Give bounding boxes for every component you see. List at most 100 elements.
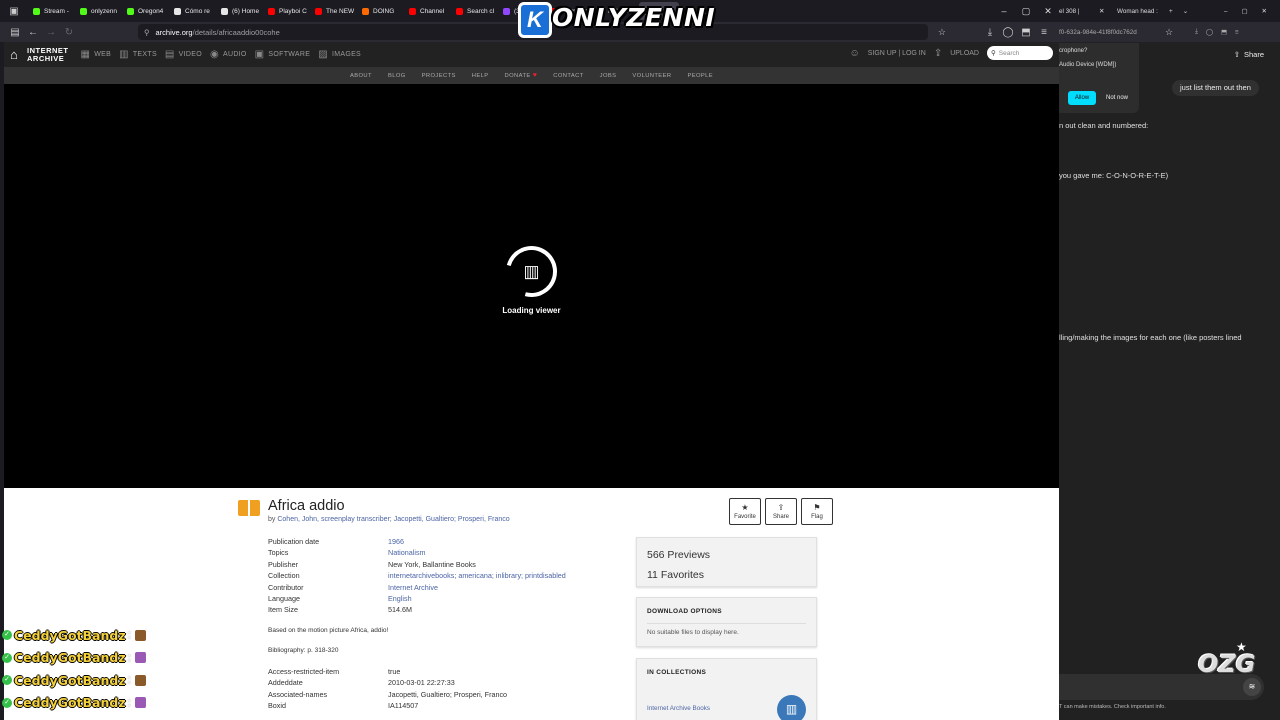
upload-icon: ⇪: [933, 47, 943, 59]
media-nav-images[interactable]: ▨ IMAGES: [318, 49, 361, 60]
right-url[interactable]: f0-632a-984e-41f8f0dc762d: [1059, 29, 1165, 36]
subnav-donate[interactable]: DONATE ♥: [505, 72, 538, 79]
browser-tab[interactable]: Search cl: [451, 2, 496, 20]
tab-favicon-icon: [33, 7, 40, 15]
maximize-icon[interactable]: ▢: [1015, 6, 1037, 17]
metadata-key: Access-restricted-item: [268, 667, 340, 676]
ia-logo[interactable]: ⌂ INTERNET ARCHIVE: [4, 46, 69, 63]
verified-check-icon: ✓: [2, 652, 12, 663]
collection-icon[interactable]: ▥: [777, 695, 806, 720]
account-icon[interactable]: ◯: [999, 27, 1017, 38]
media-nav-audio[interactable]: ◉ AUDIO: [210, 49, 247, 60]
browser-tab[interactable]: Oregon4: [122, 2, 167, 20]
subnav-volunteer[interactable]: VOLUNTEER: [632, 73, 671, 79]
right-downloads-icon[interactable]: ⤓: [1195, 28, 1198, 36]
forward-icon[interactable]: →: [42, 27, 60, 38]
metadata-value: 514.6M: [388, 605, 412, 615]
right-tab-close-icon[interactable]: ✕: [1099, 8, 1109, 15]
browser-tab[interactable]: onlyzenn: [75, 2, 120, 20]
chat-username: CeddyGotBandz: [14, 695, 126, 711]
right-tab-list-icon[interactable]: ⌄: [1183, 8, 1188, 15]
right-maximize-icon[interactable]: ▢: [1241, 8, 1247, 15]
bookmark-star-icon[interactable]: ☆: [938, 27, 946, 38]
media-nav-video[interactable]: ▤ VIDEO: [165, 49, 202, 60]
chat-username: CeddyGotBandz: [14, 627, 126, 643]
browser-tab[interactable]: Playboi C: [263, 2, 308, 20]
metadata-key: Language: [268, 593, 300, 603]
assistant-line-1: n out clean and numbered:: [1059, 121, 1149, 130]
media-nav-web[interactable]: ▦ WEB: [81, 49, 112, 60]
metadata-row: Publisher New York, Ballantine Books: [268, 559, 566, 570]
metadata-value[interactable]: Nationalism: [388, 547, 426, 558]
subnav-blog[interactable]: BLOG: [388, 73, 406, 79]
item-byline: by Cohen, John, screenplay transcriber; …: [268, 516, 510, 523]
browser-tab[interactable]: The NEW: [310, 2, 355, 20]
collection-link[interactable]: Internet Archive Books: [647, 705, 710, 712]
tab-favicon-icon: [80, 7, 87, 15]
close-icon[interactable]: ✕: [1037, 6, 1059, 17]
not-now-button[interactable]: Not now: [1101, 91, 1133, 105]
right-close-icon[interactable]: ✕: [1261, 8, 1266, 15]
right-minimize-icon[interactable]: –: [1224, 8, 1228, 15]
browser-tab[interactable]: DOING: [357, 2, 402, 20]
subnav-label: JOBS: [599, 72, 617, 79]
metadata-value[interactable]: English: [388, 593, 412, 604]
subnav-help[interactable]: HELP: [472, 73, 489, 79]
browser-tab[interactable]: Stream -: [28, 2, 73, 20]
ia-search-input[interactable]: ⚲ Search: [987, 46, 1053, 60]
minimize-icon[interactable]: –: [993, 6, 1015, 16]
metadata-value: IA114507: [388, 701, 419, 711]
subnav-projects[interactable]: PROJECTS: [422, 73, 456, 79]
tab-label: onlyzenn: [91, 7, 118, 15]
media-nav-texts[interactable]: ▥ TEXTS: [119, 49, 157, 60]
subnav-about[interactable]: ABOUT: [350, 73, 372, 79]
metadata-value[interactable]: 1966: [388, 536, 404, 547]
extensions-icon[interactable]: ⬒: [1017, 27, 1035, 38]
right-menu-icon[interactable]: ≡: [1235, 29, 1239, 36]
metadata-key: Associated-names: [268, 689, 328, 699]
metadata-value[interactable]: Internet Archive: [388, 582, 438, 593]
sidebar-icon[interactable]: ▤: [6, 27, 24, 38]
authors-link[interactable]: Cohen, John, screenplay transcriber; Jac…: [277, 516, 509, 523]
perm-question: crophone?: [1059, 48, 1088, 54]
flag-button[interactable]: ⚑ Flag: [801, 498, 833, 525]
subnav-jobs[interactable]: JOBS: [600, 73, 617, 79]
right-nav-bar: f0-632a-984e-41f8f0dc762d ☆ ⤓ ◯ ⬒ ≡: [1059, 22, 1280, 42]
tab-label: (6) Home: [232, 7, 260, 15]
right-new-tab-icon[interactable]: +: [1169, 8, 1173, 15]
chat-username: CeddyGotBandz: [14, 672, 126, 688]
subnav-label: HELP: [471, 72, 489, 79]
share-button[interactable]: ⇧ Share: [1234, 50, 1264, 59]
reload-icon[interactable]: ↻: [60, 27, 78, 38]
allow-button[interactable]: Allow: [1068, 91, 1096, 105]
right-bookmark-icon[interactable]: ☆: [1165, 27, 1173, 38]
share-button[interactable]: ⇪ Share: [765, 498, 797, 525]
downloads-icon[interactable]: ⤓: [981, 27, 999, 38]
user-message-bubble: just list them out then: [1172, 80, 1259, 96]
subnav-people[interactable]: PEOPLE: [687, 73, 713, 79]
assistant-line-2: you gave me: C-O-N-O-R-E-T-E): [1059, 171, 1169, 180]
action-label: Flag: [811, 514, 823, 520]
subnav-label: PROJECTS: [421, 72, 456, 79]
right-tab-1[interactable]: el 308 |: [1059, 8, 1099, 15]
user-icon: ☺: [849, 47, 860, 59]
menu-icon[interactable]: ≡: [1035, 27, 1053, 38]
browser-tab[interactable]: Cómo re: [169, 2, 214, 20]
right-account-icon[interactable]: ◯: [1206, 29, 1213, 36]
metadata-value[interactable]: internetarchivebooks; americana; inlibra…: [388, 570, 566, 581]
browser-tab[interactable]: (6) Home: [216, 2, 261, 20]
banner-text: ONLYZENNI: [552, 3, 716, 32]
disclaimer-text: T can make mistakes. Check important inf…: [1059, 704, 1166, 710]
tab-label: Cómo re: [185, 7, 210, 15]
right-extensions-icon[interactable]: ⬒: [1221, 29, 1227, 36]
right-tab-2[interactable]: Woman head :: [1117, 8, 1161, 15]
back-icon[interactable]: ←: [24, 27, 42, 38]
upload-link[interactable]: UPLOAD: [950, 50, 979, 57]
signup-login-link[interactable]: SIGN UP | LOG IN: [868, 50, 926, 57]
media-nav-software[interactable]: ▣ SOFTWARE: [255, 49, 311, 60]
favorite-button[interactable]: ★ Favorite: [729, 498, 761, 525]
subnav-contact[interactable]: CONTACT: [553, 73, 583, 79]
sidebar-toggle-icon[interactable]: ▣: [0, 6, 28, 17]
audio-icon: ◉: [209, 49, 219, 60]
browser-tab[interactable]: Channel: [404, 2, 449, 20]
